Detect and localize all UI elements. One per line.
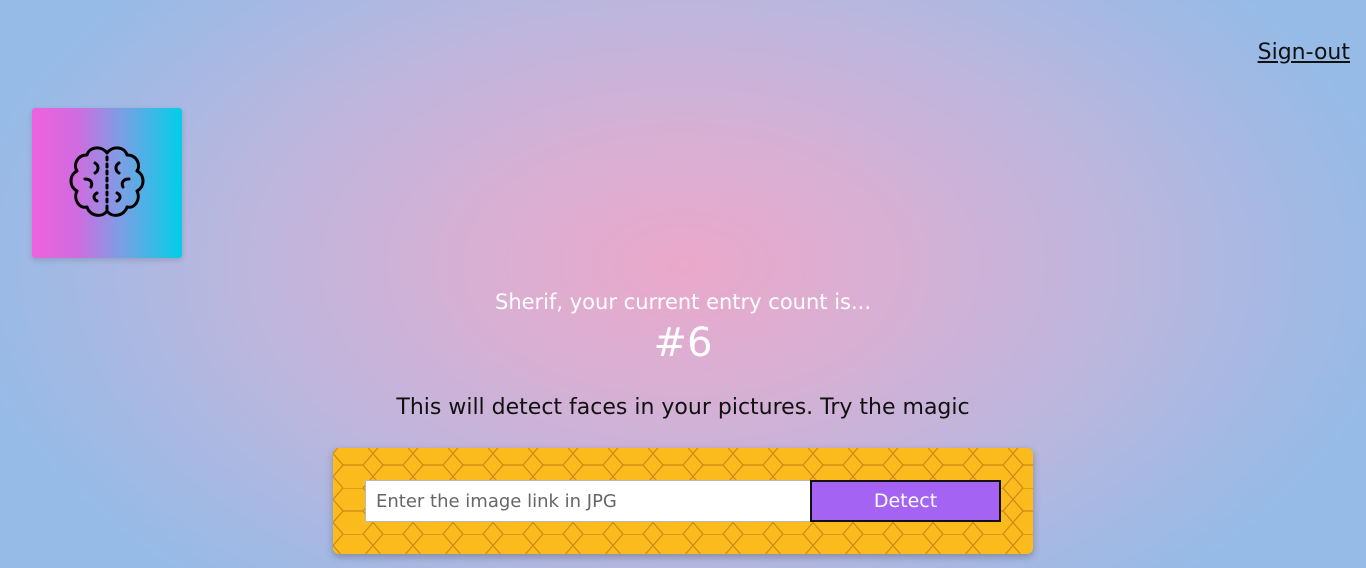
entry-count-message: Sherif, your current entry count is... <box>494 290 872 314</box>
tagline: This will detect faces in your pictures.… <box>396 395 970 420</box>
image-link-form: Detect <box>333 448 1033 554</box>
signout-link[interactable]: Sign-out <box>1258 40 1350 65</box>
image-url-input[interactable] <box>365 480 811 522</box>
logo <box>32 108 182 258</box>
detect-button[interactable]: Detect <box>810 480 1001 522</box>
entry-count-value: #6 <box>653 320 713 366</box>
brain-icon <box>57 133 157 233</box>
